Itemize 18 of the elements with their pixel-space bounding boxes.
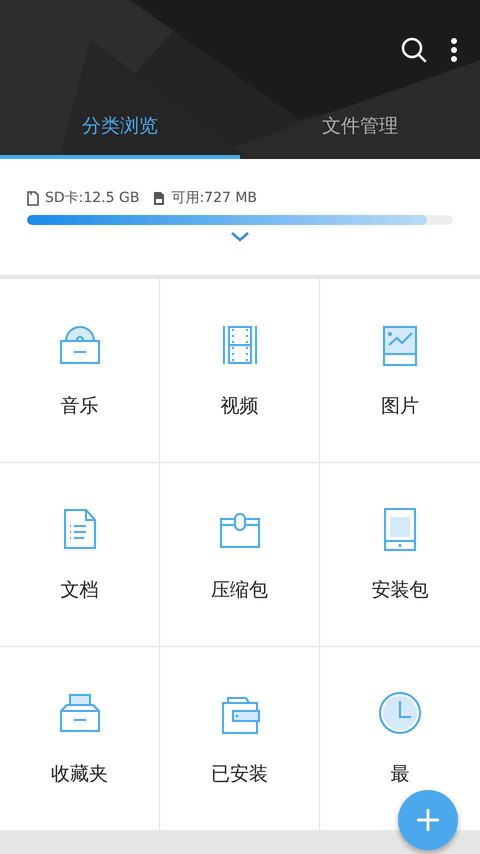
sd-card-icon (27, 190, 39, 206)
chevron-down-icon (230, 231, 250, 243)
search-icon (400, 36, 428, 64)
search-button[interactable] (400, 36, 428, 64)
disc-box-icon (58, 323, 102, 367)
drawer-icon (58, 691, 102, 735)
category-tile[interactable]: 音乐 (0, 279, 160, 463)
memory-card-icon (153, 190, 166, 206)
more-options-button[interactable] (450, 37, 458, 63)
sd-capacity-text: SD卡:12.5 GB (45, 189, 140, 207)
more-icon (450, 37, 458, 63)
clock-icon (378, 691, 422, 735)
category-tile[interactable]: 压缩包 (160, 463, 320, 647)
category-tile[interactable]: 视频 (160, 279, 320, 463)
expand-button[interactable] (230, 231, 250, 243)
plus-icon (415, 807, 441, 833)
category-tile[interactable]: 文档 (0, 463, 160, 647)
free-space-text: 可用:727 MB (171, 189, 258, 207)
